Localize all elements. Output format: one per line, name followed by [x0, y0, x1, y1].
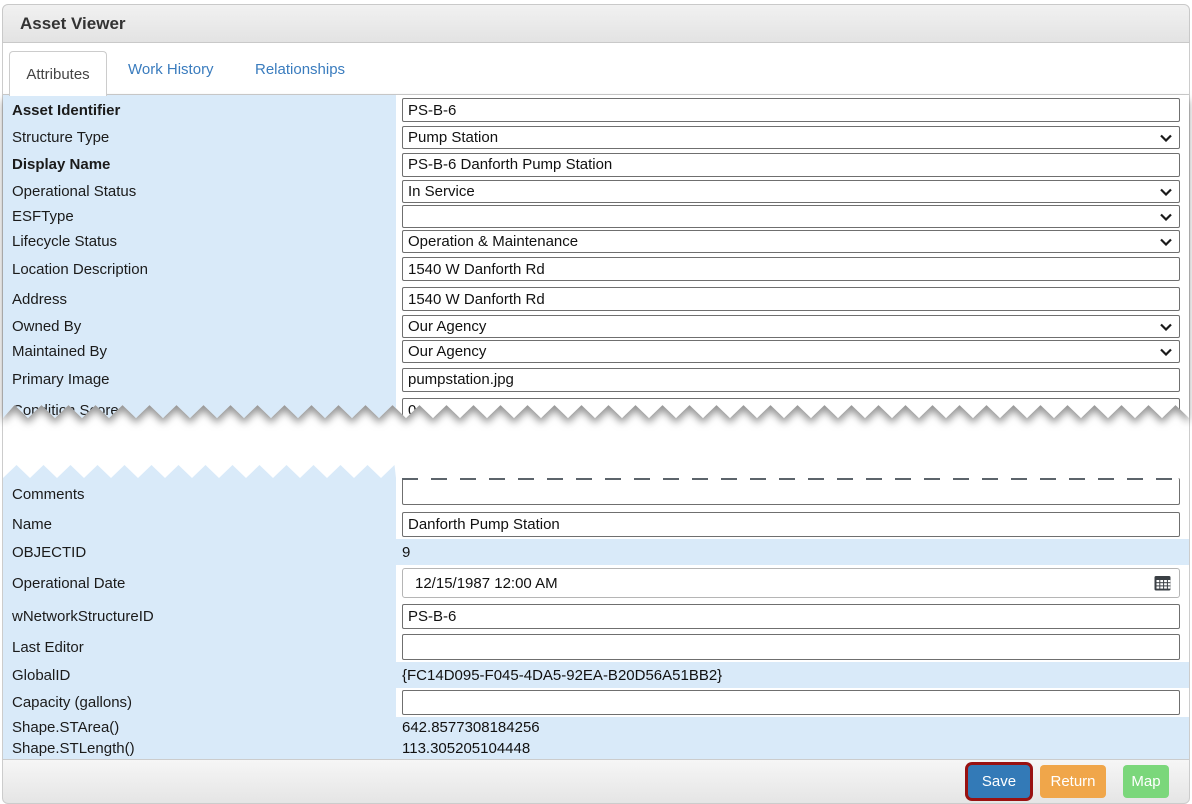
tab-relationships[interactable]: Relationships: [255, 43, 345, 95]
wnetworkstructureid-input[interactable]: [402, 604, 1180, 629]
operational-status-select[interactable]: In Service: [402, 180, 1180, 203]
field-label: Shape.STArea(): [3, 717, 396, 738]
structure-type-select[interactable]: Pump Station: [402, 126, 1180, 149]
field-label: GlobalID: [3, 662, 396, 688]
form-row-last-editor: Last Editor: [3, 632, 1189, 662]
field-label: Structure Type: [3, 125, 396, 150]
field-label: ESFType: [3, 204, 396, 229]
form-row-operational-date: Operational Date: [3, 565, 1189, 601]
chevron-down-icon: [1160, 188, 1172, 196]
objectid-value: 9: [402, 544, 410, 561]
form-row-asset-identifier: Asset Identifier: [3, 95, 1189, 125]
select-value: Operation & Maintenance: [408, 233, 578, 250]
select-value: Our Agency: [408, 343, 486, 360]
form-row-shape-starea: Shape.STArea() 642.8577308184256: [3, 717, 1189, 738]
tab-label: Work History: [128, 61, 214, 78]
capacity-input[interactable]: [402, 690, 1180, 715]
field-label: Address: [3, 284, 396, 314]
address-input[interactable]: [402, 287, 1180, 311]
field-label: Asset Identifier: [3, 95, 396, 125]
tab-label: Relationships: [255, 61, 345, 78]
field-label: Primary Image: [3, 364, 396, 395]
lifecycle-status-select[interactable]: Operation & Maintenance: [402, 230, 1180, 253]
window-content: Attributes Work History Relationships As…: [2, 43, 1190, 759]
form-row-maintained-by: Maintained By Our Agency: [3, 339, 1189, 364]
form-row-owned-by: Owned By Our Agency: [3, 314, 1189, 339]
form-row-comments: Comments: [3, 478, 1189, 510]
page-title: Asset Viewer: [20, 14, 126, 34]
field-label: Owned By: [3, 314, 396, 339]
form-row-globalid: GlobalID {FC14D095-F045-4DA5-92EA-B20D56…: [3, 662, 1189, 688]
field-label: Name: [3, 510, 396, 539]
form-row-operational-status: Operational Status In Service: [3, 179, 1189, 204]
field-label: Lifecycle Status: [3, 229, 396, 254]
comments-input[interactable]: [402, 478, 1180, 505]
form-bottom-section: Comments Name OBJECTID 9 Operational Dat…: [3, 465, 1189, 759]
field-label: Capacity (gallons): [3, 688, 396, 717]
form-row-wnetworkstructureid: wNetworkStructureID: [3, 601, 1189, 632]
field-label: wNetworkStructureID: [3, 601, 396, 632]
map-button[interactable]: Map: [1123, 765, 1169, 798]
form-row-lifecycle-status: Lifecycle Status Operation & Maintenance: [3, 229, 1189, 254]
field-label: Maintained By: [3, 339, 396, 364]
field-label: Comments: [3, 478, 396, 510]
field-label: Last Editor: [3, 632, 396, 662]
field-label: OBJECTID: [3, 539, 396, 565]
shape-starea-value: 642.8577308184256: [402, 719, 540, 736]
display-name-input[interactable]: [402, 153, 1180, 177]
form-row-structure-type: Structure Type Pump Station: [3, 125, 1189, 150]
form-row-location-description: Location Description: [3, 254, 1189, 284]
esftype-select[interactable]: [402, 205, 1180, 228]
chevron-down-icon: [1160, 238, 1172, 246]
shape-stlength-value: 113.305205104448: [402, 740, 530, 757]
field-label: Location Description: [3, 254, 396, 284]
primary-image-input[interactable]: [402, 368, 1180, 392]
tab-label: Attributes: [26, 66, 89, 83]
select-value: Pump Station: [408, 129, 498, 146]
form-row-display-name: Display Name: [3, 150, 1189, 179]
window-titlebar: Asset Viewer: [2, 4, 1190, 43]
chevron-down-icon: [1160, 348, 1172, 356]
return-button[interactable]: Return: [1040, 765, 1106, 798]
asset-identifier-input[interactable]: [402, 98, 1180, 122]
asset-viewer-window: Asset Viewer Attributes Work History Rel…: [2, 4, 1190, 804]
form-row-name: Name: [3, 510, 1189, 539]
calendar-icon[interactable]: [1154, 575, 1171, 591]
save-button[interactable]: Save: [968, 765, 1030, 798]
torn-gap: [3, 418, 1189, 465]
select-value: In Service: [408, 183, 475, 200]
form-row-address: Address: [3, 284, 1189, 314]
tab-attributes[interactable]: Attributes: [9, 51, 107, 96]
operational-date-input[interactable]: [402, 568, 1180, 598]
select-value: Our Agency: [408, 318, 486, 335]
field-label: Operational Date: [3, 565, 396, 601]
name-input[interactable]: [402, 512, 1180, 537]
chevron-down-icon: [1160, 323, 1172, 331]
form-row-esftype: ESFType: [3, 204, 1189, 229]
field-label: Shape.STLength(): [3, 738, 396, 759]
tab-bar: Attributes Work History Relationships: [3, 43, 1189, 95]
owned-by-select[interactable]: Our Agency: [402, 315, 1180, 338]
field-label: Operational Status: [3, 179, 396, 204]
torn-edge-dashes: [402, 478, 1180, 480]
chevron-down-icon: [1160, 134, 1172, 142]
form-row-primary-image: Primary Image: [3, 364, 1189, 395]
form-row-objectid: OBJECTID 9: [3, 539, 1189, 565]
globalid-value: {FC14D095-F045-4DA5-92EA-B20D56A51BB2}: [402, 667, 722, 684]
form-row-capacity: Capacity (gallons): [3, 688, 1189, 717]
maintained-by-select[interactable]: Our Agency: [402, 340, 1180, 363]
field-label: Display Name: [3, 150, 396, 179]
form-row-shape-stlength: Shape.STLength() 113.305205104448: [3, 738, 1189, 759]
last-editor-input[interactable]: [402, 634, 1180, 660]
footer-bar: Save Return Map: [2, 759, 1190, 804]
chevron-down-icon: [1160, 213, 1172, 221]
location-description-input[interactable]: [402, 257, 1180, 281]
form-top-section: Asset Identifier Structure Type Pump Sta…: [3, 95, 1189, 418]
tab-work-history[interactable]: Work History: [128, 43, 214, 95]
